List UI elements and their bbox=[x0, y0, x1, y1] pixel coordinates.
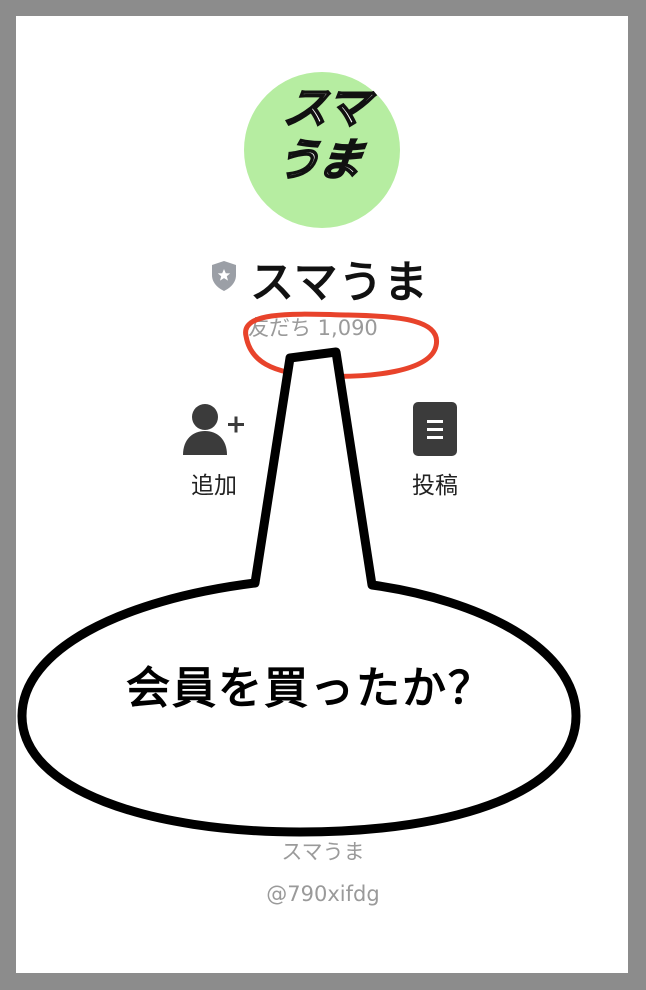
post-button[interactable]: 投稿 bbox=[375, 398, 495, 500]
post-label: 投稿 bbox=[412, 473, 458, 499]
post-icon bbox=[413, 402, 457, 456]
shield-star-icon bbox=[212, 261, 236, 291]
account-id[interactable]: @790xifdg bbox=[0, 882, 646, 906]
friends-count[interactable]: 友だち 1,090 bbox=[248, 312, 378, 342]
add-label: 追加 bbox=[191, 473, 237, 499]
footer-name: スマうま bbox=[281, 840, 365, 864]
avatar-logo-line1: スマ bbox=[280, 82, 372, 135]
avatar-logo-line2: うま bbox=[272, 134, 365, 187]
add-friend-icon bbox=[183, 404, 244, 455]
profile-name: スマうま bbox=[250, 257, 429, 308]
add-friend-button[interactable]: 追加 bbox=[154, 398, 274, 500]
avatar-logo-text: スマ うま bbox=[237, 82, 408, 187]
callout-text: 会員を買ったか？ bbox=[126, 663, 494, 714]
